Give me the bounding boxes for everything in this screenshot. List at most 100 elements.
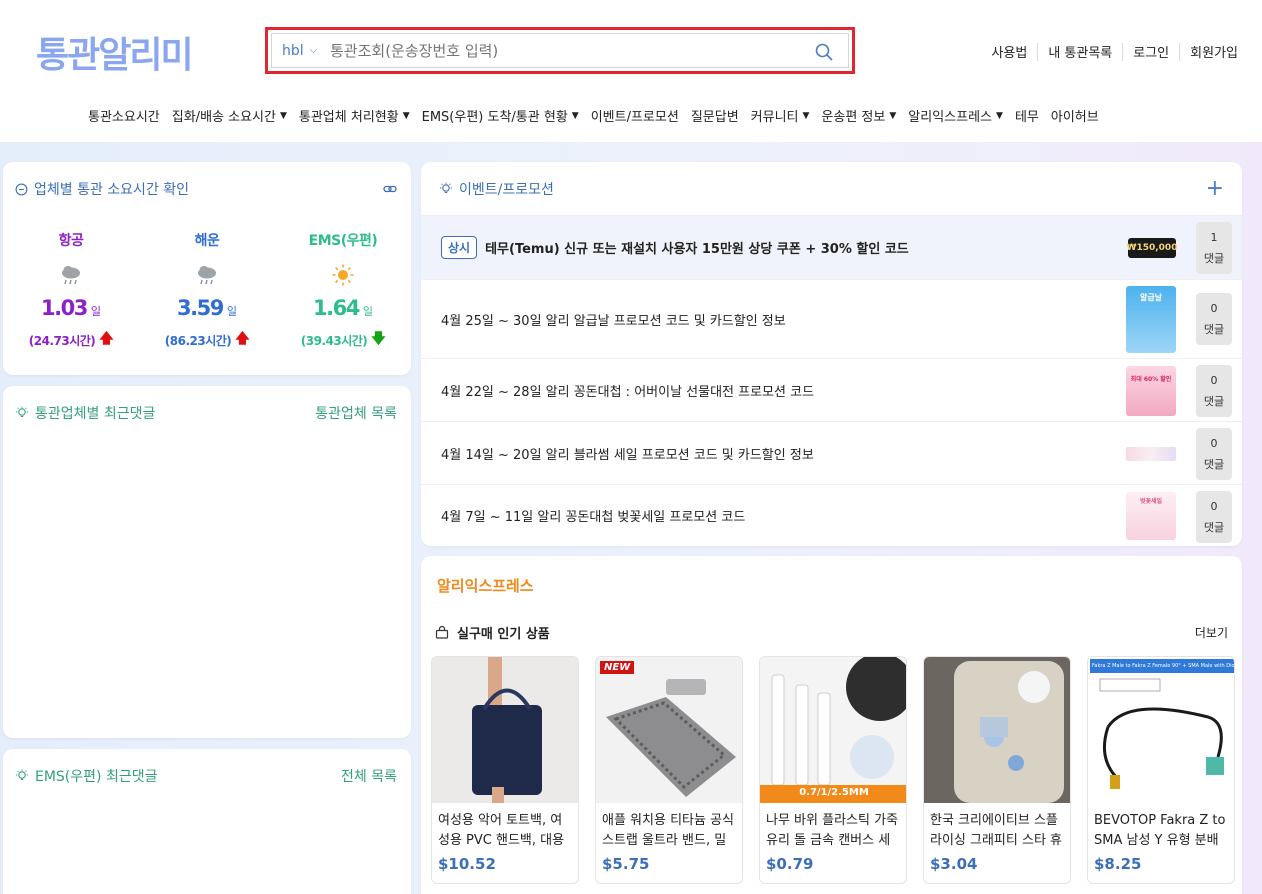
nav-item-iherb[interactable]: 아이허브: [1051, 106, 1099, 125]
nav-label: 커뮤니티: [750, 110, 799, 125]
arrow-down-icon: 🡇: [371, 331, 386, 347]
time-col-ems[interactable]: EMS(우편) 1.64 일 (39.43시간) 🡇: [275, 230, 411, 352]
comment-count: 0 댓글: [1196, 293, 1232, 345]
broker-comments-card: 통관업체별 최근댓글 통관업체 목록: [3, 386, 411, 738]
card-header: 업체별 통관 소요시간 확인: [3, 162, 411, 199]
clock-icon: [15, 183, 28, 195]
comment-label: 댓글: [1203, 520, 1225, 534]
time-label: EMS(우편): [308, 233, 378, 249]
nav-label: 이벤트/프로모션: [590, 110, 679, 125]
nav-item-broker-status[interactable]: 통관업체 처리현황 ▼: [299, 106, 410, 125]
nav-item-qna[interactable]: 질문답변: [691, 106, 739, 125]
search-box: hbl ⌵: [265, 27, 855, 74]
search-type-select[interactable]: hbl ⌵: [282, 43, 330, 59]
comment-count: 0 댓글: [1196, 365, 1232, 417]
nav-label: 통관소요시간: [88, 110, 160, 125]
main-nav: 통관소요시간 집화/배송 소요시간 ▼ 통관업체 처리현황 ▼ EMS(우편) 도착…: [88, 106, 1111, 125]
thumb-text: 최대 60% 할인: [1130, 376, 1172, 383]
event-title-text: 4월 7일 ~ 11일 알리 꽁돈대첩 벚꽃세일 프로모션 코드: [441, 510, 746, 525]
event-thumbnail: 최대 60% 할인: [1126, 366, 1176, 416]
days-unit: 일: [90, 305, 101, 318]
link-signup[interactable]: 회원가입: [1180, 42, 1238, 61]
event-row[interactable]: 상시 테무(Temu) 신규 또는 재설치 사용자 15만원 상당 쿠폰 + 3…: [421, 215, 1242, 279]
days-value: 1.03 일: [41, 296, 101, 320]
all-list-link[interactable]: 전체 목록: [341, 766, 397, 786]
event-row[interactable]: 4월 7일 ~ 11일 알리 꽁돈대첩 벚꽃세일 프로모션 코드 벚꽃세일 0 …: [421, 484, 1242, 546]
aliexpress-title[interactable]: 알리익스프레스: [437, 575, 534, 596]
nav-label: 운송편 정보: [821, 110, 886, 125]
product-name: 여성용 악어 토트백, 여성용 PVC 핸드백, 대용: [438, 813, 565, 848]
site-logo[interactable]: 통관알리미: [36, 26, 194, 78]
time-label: 항공: [58, 233, 84, 249]
comment-label: 댓글: [1203, 251, 1225, 265]
event-title-text: 4월 14일 ~ 20일 알리 블라썸 세일 프로모션 코드 및 카드할인 정보: [441, 447, 814, 463]
broker-list-link[interactable]: 통관업체 목록: [315, 403, 397, 423]
link-icon[interactable]: [383, 184, 397, 194]
link-howto[interactable]: 사용법: [981, 42, 1037, 61]
events-card: 이벤트/프로모션 + 상시 테무(Temu) 신규 또는 재설치 사용자 15만…: [421, 162, 1242, 546]
time-label: 해운: [194, 233, 220, 249]
nav-label: 테무: [1014, 110, 1039, 125]
card-title: 통관업체별 최근댓글: [35, 406, 156, 422]
time-col-sea[interactable]: 해운 3.59 일 (86.23시간) 🡅: [139, 230, 275, 352]
nav-item-community[interactable]: 커뮤니티 ▼: [751, 106, 810, 125]
comment-label: 댓글: [1203, 457, 1225, 471]
hours-value: (39.43시간) 🡇: [301, 328, 386, 352]
product-image: [432, 657, 578, 803]
product-name: 애플 워치용 티타늄 공식 스트랩 울트라 밴드, 밀: [602, 813, 734, 848]
more-link[interactable]: 더보기: [1195, 624, 1228, 641]
search-input[interactable]: [330, 41, 790, 60]
card-title: EMS(우편) 최근댓글: [35, 769, 158, 785]
product-card[interactable]: 한국 크리에이티브 스플 라이싱 그래피티 스타 휴 $3.04: [923, 656, 1071, 884]
nav-label: 아이허브: [1050, 110, 1099, 125]
caret-down-icon: ▼: [802, 110, 810, 121]
nav-item-events[interactable]: 이벤트/프로모션: [591, 106, 679, 125]
hours-value: (86.23시간) 🡅: [165, 328, 250, 352]
event-title: 4월 7일 ~ 11일 알리 꽁돈대첩 벚꽃세일 프로모션 코드: [441, 506, 745, 525]
nav-item-shipping-info[interactable]: 운송편 정보 ▼: [821, 106, 896, 125]
product-tag: Fakra Z Male to Fakra Z Female 90° + SMA…: [1090, 659, 1234, 673]
rain-icon: [195, 260, 219, 290]
card-header: EMS(우편) 최근댓글 전체 목록: [3, 749, 411, 786]
product-card[interactable]: 여성용 악어 토트백, 여성용 PVC 핸드백, 대용 $10.52: [431, 656, 579, 884]
nav-label: 집화/배송 소요시간: [171, 110, 276, 125]
product-image: Fakra Z Male to Fakra Z Female 90° + SMA…: [1088, 657, 1234, 803]
rain-icon: [59, 260, 83, 290]
nav-label: 통관업체 처리현황: [298, 110, 399, 125]
product-name: 나무 바위 플라스틱 가죽 유리 돌 금속 캔버스 세: [766, 813, 898, 848]
nav-item-temu[interactable]: 테무: [1015, 106, 1039, 125]
days-value: 1.64 일: [313, 296, 373, 320]
arrow-up-icon: 🡅: [99, 331, 114, 347]
nav-item-ems-status[interactable]: EMS(우편) 도착/통관 현황 ▼: [422, 106, 579, 125]
comment-number: 0: [1210, 499, 1218, 513]
bestseller-heading: 실구매 인기 상품: [435, 623, 550, 642]
link-my-customs[interactable]: 내 통관목록: [1038, 42, 1122, 61]
product-card[interactable]: NEW 애플 워치용 티타늄 공식 스트랩 울트라 밴드, 밀 $5.75: [595, 656, 743, 884]
aliexpress-card: 알리익스프레스 실구매 인기 상품 더보기 여성용 악어 토트백, 여성용 PV…: [421, 556, 1242, 894]
lightbulb-icon: [16, 769, 28, 781]
event-row[interactable]: 4월 25일 ~ 30일 알리 알급날 프로모션 코드 및 카드할인 정보 알급…: [421, 279, 1242, 358]
product-card[interactable]: 0.7/1/2.5MM 나무 바위 플라스틱 가죽 유리 돌 금속 캔버스 세 …: [759, 656, 907, 884]
nav-item-pickup-time[interactable]: 집화/배송 소요시간 ▼: [172, 106, 287, 125]
days-unit: 일: [226, 305, 237, 318]
caret-down-icon: ▼: [889, 110, 897, 121]
comment-number: 0: [1210, 373, 1218, 387]
event-row[interactable]: 4월 14일 ~ 20일 알리 블라썸 세일 프로모션 코드 및 카드할인 정보…: [421, 421, 1242, 484]
nav-item-aliexpress[interactable]: 알리익스프레스 ▼: [908, 106, 1003, 125]
customs-times: 항공 1.03 일 (24.73시간) 🡅 해운 3.59 일 (86.23시간…: [3, 230, 411, 352]
nav-item-customs-time[interactable]: 통관소요시간: [88, 106, 160, 125]
time-col-air[interactable]: 항공 1.03 일 (24.73시간) 🡅: [3, 230, 139, 352]
product-price: $5.75: [602, 855, 650, 873]
caret-down-icon: ▼: [571, 110, 579, 121]
card-header: 이벤트/프로모션: [439, 179, 554, 199]
link-login[interactable]: 로그인: [1123, 42, 1179, 61]
event-row[interactable]: 4월 22일 ~ 28일 알리 꽁돈대첩 : 어버이날 선물대전 프로모션 코드…: [421, 358, 1242, 421]
days-unit: 일: [362, 305, 373, 318]
search-bar: hbl ⌵: [271, 33, 849, 68]
search-icon[interactable]: [814, 42, 834, 62]
product-card[interactable]: Fakra Z Male to Fakra Z Female 90° + SMA…: [1087, 656, 1235, 884]
shopping-bag-icon: [435, 626, 449, 639]
thumb-text: 벚꽃세일: [1139, 498, 1163, 505]
caret-down-icon: ▼: [402, 110, 410, 121]
plus-icon[interactable]: +: [1206, 176, 1224, 201]
